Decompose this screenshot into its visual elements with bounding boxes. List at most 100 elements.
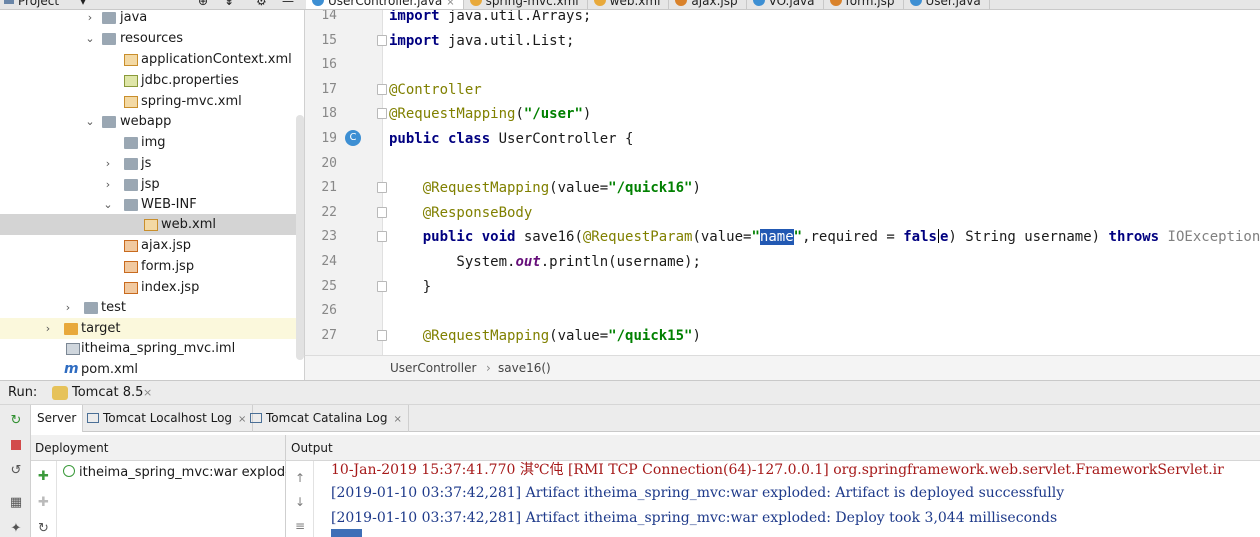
code-editor[interactable]: 14 import java.util.Arrays; 15 import java.… (304, 10, 1260, 355)
fold-marker-icon[interactable] (377, 34, 387, 46)
collapse-icon[interactable]: ⇟ (224, 0, 234, 8)
code-line[interactable]: 27 @RequestMapping(value="/quick15") (305, 324, 1260, 348)
fold-marker-icon[interactable] (377, 329, 387, 341)
project-label[interactable]: Project (18, 0, 59, 8)
code-line[interactable]: 26 (305, 299, 1260, 323)
hide-icon[interactable]: — (282, 0, 294, 8)
expand-arrow-icon[interactable]: › (102, 153, 114, 174)
tree-item-pom-xml[interactable]: m pom.xml (0, 359, 296, 380)
code-line[interactable]: 15 import java.util.List; (305, 29, 1260, 53)
spring-bean-icon[interactable]: C (345, 130, 361, 146)
globe-icon[interactable]: ⊕ (198, 0, 208, 8)
code-line[interactable]: 23 public void save16(@RequestParam(valu… (305, 225, 1260, 249)
tab-tomcat-catalina-log[interactable]: Tomcat Catalina Log × (244, 405, 409, 432)
tab-ajax-jsp[interactable]: ajax.jsp (669, 0, 747, 9)
pin-icon[interactable]: ✦ (8, 521, 24, 537)
tree-item-target[interactable]: › target (0, 318, 296, 339)
scroll-up-icon[interactable]: ↑ (295, 471, 305, 485)
code-line[interactable]: 19 Cpublic class UserController { (305, 127, 1260, 151)
tree-item-js[interactable]: › js (0, 153, 296, 174)
tab-vo-java[interactable]: VO.java (747, 0, 824, 9)
breadcrumb-method[interactable]: save16() (498, 356, 551, 381)
run-config-tab[interactable]: Tomcat 8.5 (72, 381, 143, 405)
scroll-down-icon[interactable]: ↓ (295, 495, 305, 509)
undeploy-icon[interactable]: ✚ (38, 495, 49, 510)
close-icon[interactable]: × (393, 414, 401, 425)
collapse-arrow-icon[interactable]: ⌄ (102, 194, 114, 215)
log-line: [2019-01-10 03:37:42,281] Artifact ithei… (331, 510, 1058, 526)
close-icon[interactable]: × (446, 0, 454, 8)
code-line[interactable]: 18 @RequestMapping("/user") (305, 102, 1260, 126)
tab-usercontroller-java[interactable]: UserController.java × (306, 0, 464, 9)
soft-wrap-icon[interactable]: ≡ (295, 519, 305, 533)
tree-item-iml[interactable]: itheima_spring_mvc.iml (0, 338, 296, 359)
update-icon[interactable]: ↺ (8, 463, 24, 479)
layout-icon[interactable]: ▦ (8, 495, 24, 511)
fold-marker-icon[interactable] (377, 108, 387, 120)
fold-marker-icon[interactable] (377, 182, 387, 194)
tree-item-web-inf[interactable]: ⌄ WEB-INF (0, 194, 296, 215)
tree-item-jdbc-properties[interactable]: jdbc.properties (0, 70, 296, 91)
tree-item-label: WEB-INF (141, 197, 197, 212)
collapse-arrow-icon[interactable]: ⌄ (84, 111, 96, 132)
code-token: "/quick15" (608, 327, 693, 344)
fold-marker-icon[interactable] (377, 83, 387, 95)
code-line[interactable]: 24 System.out.println(username); (305, 250, 1260, 274)
fold-marker-icon[interactable] (377, 280, 387, 292)
collapse-arrow-icon[interactable]: ⌄ (84, 28, 96, 49)
tree-item-test[interactable]: › test (0, 297, 296, 318)
tab-web-xml[interactable]: web.xml (588, 0, 670, 9)
tree-item-spring-mvc-xml[interactable]: spring-mvc.xml (0, 91, 296, 112)
tree-item-java[interactable]: › java (0, 10, 296, 28)
breadcrumb-class[interactable]: UserController (390, 356, 476, 381)
code-line[interactable]: 25 } (305, 275, 1260, 299)
editor-tabs: UserController.java × spring-mvc.xml web.xm… (306, 0, 990, 9)
code-line[interactable]: 20 (305, 152, 1260, 176)
tab-tomcat-localhost-log[interactable]: Tomcat Localhost Log × (81, 405, 254, 432)
rerun-icon[interactable]: ↻ (8, 413, 24, 429)
code-line[interactable]: 17 @Controller (305, 78, 1260, 102)
tab-user-java[interactable]: User.java (904, 0, 990, 9)
expand-arrow-icon[interactable]: › (102, 174, 114, 195)
tree-item-index-jsp[interactable]: index.jsp (0, 277, 296, 298)
console-cursor (331, 529, 362, 537)
close-icon[interactable]: × (143, 381, 152, 405)
expand-arrow-icon[interactable]: › (62, 297, 74, 318)
tree-item-resources[interactable]: ⌄ resources (0, 28, 296, 49)
line-number: 19 (321, 131, 337, 146)
code-line[interactable]: 14 import java.util.Arrays; (305, 10, 1260, 28)
output-console[interactable]: ↑ ↓ ≡ 10-Jan-2019 15:37:41.770 淇℃伅 [RMI … (286, 461, 1260, 537)
tree-item-applicationcontext-xml[interactable]: applicationContext.xml (0, 49, 296, 70)
fold-marker-icon[interactable] (377, 231, 387, 243)
stop-icon[interactable] (8, 439, 24, 455)
tree-item-webapp[interactable]: ⌄ webapp (0, 111, 296, 132)
code-token: (value= (549, 327, 609, 344)
tree-item-form-jsp[interactable]: form.jsp (0, 256, 296, 277)
code-line[interactable]: 21 @RequestMapping(value="/quick16") (305, 176, 1260, 200)
tree-scrollbar[interactable] (296, 115, 304, 360)
code-text: System.out.println(username); (389, 250, 700, 274)
fold-marker-icon[interactable] (377, 206, 387, 218)
tab-server[interactable]: Server (31, 405, 84, 432)
deploy-icon[interactable]: ✚ (38, 469, 49, 484)
deployment-item[interactable]: itheima_spring_mvc:war exploded (63, 465, 301, 480)
code-token: @Controller (389, 81, 482, 98)
refresh-icon[interactable]: ↻ (38, 521, 49, 536)
tab-form-jsp[interactable]: form.jsp (824, 0, 904, 9)
project-dropdown-icon[interactable]: ▾ (80, 0, 86, 8)
code-line[interactable]: 16 (305, 53, 1260, 77)
tree-item-web-xml[interactable]: web.xml (0, 214, 296, 235)
tree-item-ajax-jsp[interactable]: ajax.jsp (0, 235, 296, 256)
gear-icon[interactable]: ⚙ (256, 0, 267, 8)
tree-item-img[interactable]: img (0, 132, 296, 153)
folder-icon (124, 179, 138, 191)
expand-arrow-icon[interactable]: › (42, 318, 54, 339)
tree-item-label: applicationContext.xml (141, 52, 292, 67)
code-line[interactable]: 22 @ResponseBody (305, 201, 1260, 225)
tab-spring-mvc-xml[interactable]: spring-mvc.xml (464, 0, 588, 9)
log-line: [2019-01-10 03:37:42,281] Artifact ithei… (331, 485, 1065, 501)
tree-item-jsp[interactable]: › jsp (0, 174, 296, 195)
expand-arrow-icon[interactable]: › (84, 10, 96, 28)
tree-item-label: jdbc.properties (141, 73, 239, 88)
